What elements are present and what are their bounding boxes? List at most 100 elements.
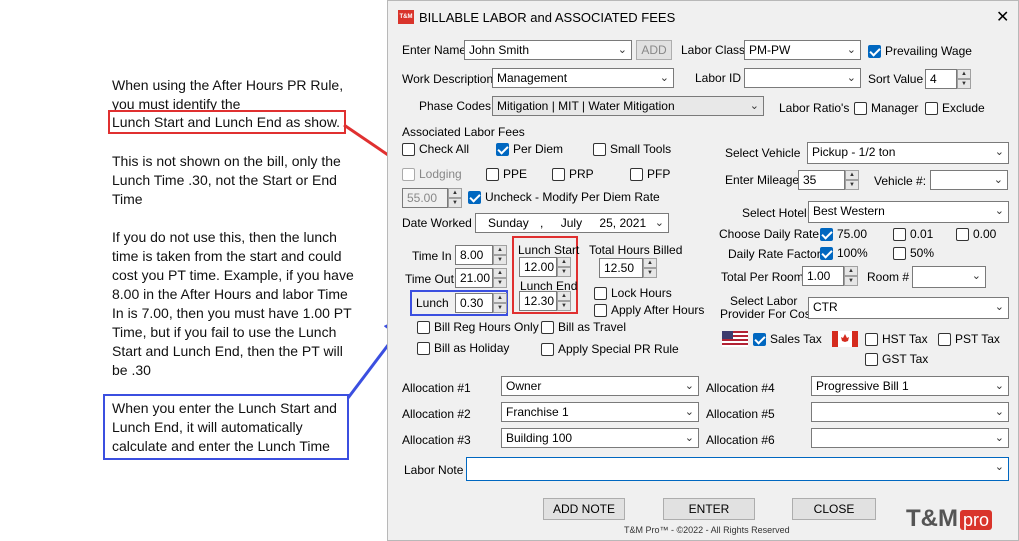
apply-special-pr-checkbox[interactable]: Apply Special PR Rule: [541, 342, 679, 356]
factor-50-checkbox[interactable]: 50%: [893, 246, 934, 260]
labor-provider-dropdown[interactable]: CTR ⌄: [808, 297, 1009, 319]
allocation-3-label: Allocation #3: [402, 433, 471, 447]
checkbox-icon: [541, 320, 554, 334]
enter-name-dropdown[interactable]: John Smith ⌄: [464, 40, 632, 60]
pfp-checkbox[interactable]: PFP: [630, 167, 670, 181]
lunch-start-input[interactable]: 12.00: [519, 257, 557, 277]
checkbox-icon: [893, 246, 906, 260]
allocation-1-dropdown[interactable]: Owner ⌄: [501, 376, 699, 396]
total-hours-stepper[interactable]: ▲ ▼: [643, 258, 657, 278]
chevron-down-icon: ⌄: [684, 406, 694, 418]
vehicle-number-dropdown[interactable]: ⌄: [930, 170, 1008, 190]
select-vehicle-dropdown[interactable]: Pickup - 1/2 ton ⌄: [807, 142, 1009, 164]
spin-down-icon[interactable]: ▼: [844, 276, 858, 286]
spin-up-icon[interactable]: ▲: [557, 291, 571, 301]
date-worked-label: Date Worked: [402, 216, 472, 230]
spin-up-icon[interactable]: ▲: [845, 170, 859, 180]
sales-tax-checkbox[interactable]: Sales Tax: [753, 332, 822, 346]
time-out-stepper[interactable]: ▲ ▼: [493, 268, 507, 288]
mileage-stepper[interactable]: ▲ ▼: [845, 170, 859, 190]
sort-value-stepper[interactable]: ▲ ▼: [957, 69, 971, 89]
total-per-room-stepper[interactable]: ▲ ▼: [844, 266, 858, 286]
bill-as-holiday-checkbox[interactable]: Bill as Holiday: [417, 341, 509, 355]
per-diem-amount-stepper[interactable]: ▲ ▼: [448, 188, 462, 208]
gst-tax-checkbox[interactable]: GST Tax: [865, 352, 928, 366]
check-all-checkbox[interactable]: Check All: [402, 142, 469, 156]
total-per-room-input[interactable]: 1.00: [802, 266, 844, 286]
spin-down-icon[interactable]: ▼: [493, 303, 507, 313]
labor-id-dropdown[interactable]: ⌄: [744, 68, 861, 88]
allocation-6-dropdown[interactable]: ⌄: [811, 428, 1009, 448]
lunch-stepper[interactable]: ▲ ▼: [493, 293, 507, 313]
small-tools-checkbox[interactable]: Small Tools: [593, 142, 671, 156]
spin-down-icon[interactable]: ▼: [493, 278, 507, 288]
spin-down-icon[interactable]: ▼: [557, 301, 571, 311]
prp-checkbox[interactable]: PRP: [552, 167, 594, 181]
spin-up-icon[interactable]: ▲: [957, 69, 971, 79]
spin-down-icon[interactable]: ▼: [643, 268, 657, 278]
total-hours-input[interactable]: 12.50: [599, 258, 643, 278]
time-in-stepper[interactable]: ▲ ▼: [493, 245, 507, 265]
labor-class-value: PM-PW: [749, 43, 791, 57]
lunch-input[interactable]: 0.30: [455, 293, 493, 313]
labor-class-dropdown[interactable]: PM-PW ⌄: [744, 40, 861, 60]
phase-codes-dropdown[interactable]: Mitigation | MIT | Water Mitigation ⌄: [492, 96, 764, 116]
spin-down-icon[interactable]: ▼: [493, 255, 507, 265]
ppe-checkbox[interactable]: PPE: [486, 167, 527, 181]
close-button[interactable]: CLOSE: [792, 498, 876, 520]
lunch-end-input[interactable]: 12.30: [519, 291, 557, 311]
spin-up-icon[interactable]: ▲: [844, 266, 858, 276]
bill-reg-hours-checkbox[interactable]: Bill Reg Hours Only: [417, 320, 539, 334]
chevron-down-icon: ⌄: [846, 44, 856, 56]
add-name-button[interactable]: ADD: [636, 40, 672, 60]
room-number-dropdown[interactable]: ⌄: [912, 266, 986, 288]
date-worked-picker[interactable]: Sunday , July 25, 2021 ⌄: [475, 213, 669, 233]
allocation-5-label: Allocation #5: [706, 407, 775, 421]
pst-tax-checkbox[interactable]: PST Tax: [938, 332, 1000, 346]
bill-as-travel-checkbox[interactable]: Bill as Travel: [541, 320, 626, 334]
allocation-5-dropdown[interactable]: ⌄: [811, 402, 1009, 422]
spin-up-icon[interactable]: ▲: [493, 268, 507, 278]
ppe-label: PPE: [503, 167, 528, 181]
select-vehicle-label: Select Vehicle: [725, 146, 801, 160]
apply-after-hours-checkbox[interactable]: Apply After Hours: [594, 303, 704, 317]
uncheck-modify-per-diem-checkbox[interactable]: Uncheck - Modify Per Diem Rate: [468, 190, 660, 204]
spin-up-icon[interactable]: ▲: [643, 258, 657, 268]
select-hotel-dropdown[interactable]: Best Western ⌄: [808, 201, 1009, 223]
checkbox-icon: [893, 227, 906, 241]
allocation-4-dropdown[interactable]: Progressive Bill 1 ⌄: [811, 376, 1009, 396]
spin-up-icon[interactable]: ▲: [493, 293, 507, 303]
lunch-start-stepper[interactable]: ▲ ▼: [557, 257, 571, 277]
rate-001-checkbox[interactable]: 0.01: [893, 227, 933, 241]
close-icon[interactable]: ✕: [996, 7, 1009, 27]
spin-down-icon[interactable]: ▼: [845, 180, 859, 190]
spin-down-icon[interactable]: ▼: [957, 79, 971, 89]
time-in-input[interactable]: 8.00: [455, 245, 493, 265]
labor-note-input[interactable]: ⌄: [466, 457, 1009, 481]
per-diem-checkbox[interactable]: Per Diem: [496, 142, 563, 156]
spin-down-icon[interactable]: ▼: [557, 267, 571, 277]
spin-up-icon[interactable]: ▲: [557, 257, 571, 267]
allocation-2-dropdown[interactable]: Franchise 1 ⌄: [501, 402, 699, 422]
spin-up-icon[interactable]: ▲: [448, 188, 462, 198]
per-diem-amount-input[interactable]: 55.00: [402, 188, 448, 208]
time-out-input[interactable]: 21.00: [455, 268, 493, 288]
spin-down-icon[interactable]: ▼: [448, 198, 462, 208]
rate-000-checkbox[interactable]: 0.00: [956, 227, 996, 241]
work-description-dropdown[interactable]: Management ⌄: [492, 68, 674, 88]
add-note-button[interactable]: ADD NOTE: [543, 498, 625, 520]
manager-checkbox[interactable]: Manager: [854, 101, 918, 115]
enter-button[interactable]: ENTER: [663, 498, 755, 520]
hst-tax-checkbox[interactable]: HST Tax: [865, 332, 928, 346]
sort-value-input[interactable]: 4: [925, 69, 957, 89]
rate-75-checkbox[interactable]: 75.00: [820, 227, 867, 241]
exclude-checkbox[interactable]: Exclude: [925, 101, 985, 115]
lock-hours-checkbox[interactable]: Lock Hours: [594, 286, 672, 300]
spin-up-icon[interactable]: ▲: [493, 245, 507, 255]
lodging-checkbox[interactable]: Lodging: [402, 167, 462, 181]
prevailing-wage-checkbox[interactable]: Prevailing Wage: [868, 44, 972, 58]
enter-mileage-input[interactable]: 35: [798, 170, 845, 190]
factor-100-checkbox[interactable]: 100%: [820, 246, 868, 260]
allocation-3-dropdown[interactable]: Building 100 ⌄: [501, 428, 699, 448]
lunch-end-stepper[interactable]: ▲ ▼: [557, 291, 571, 311]
